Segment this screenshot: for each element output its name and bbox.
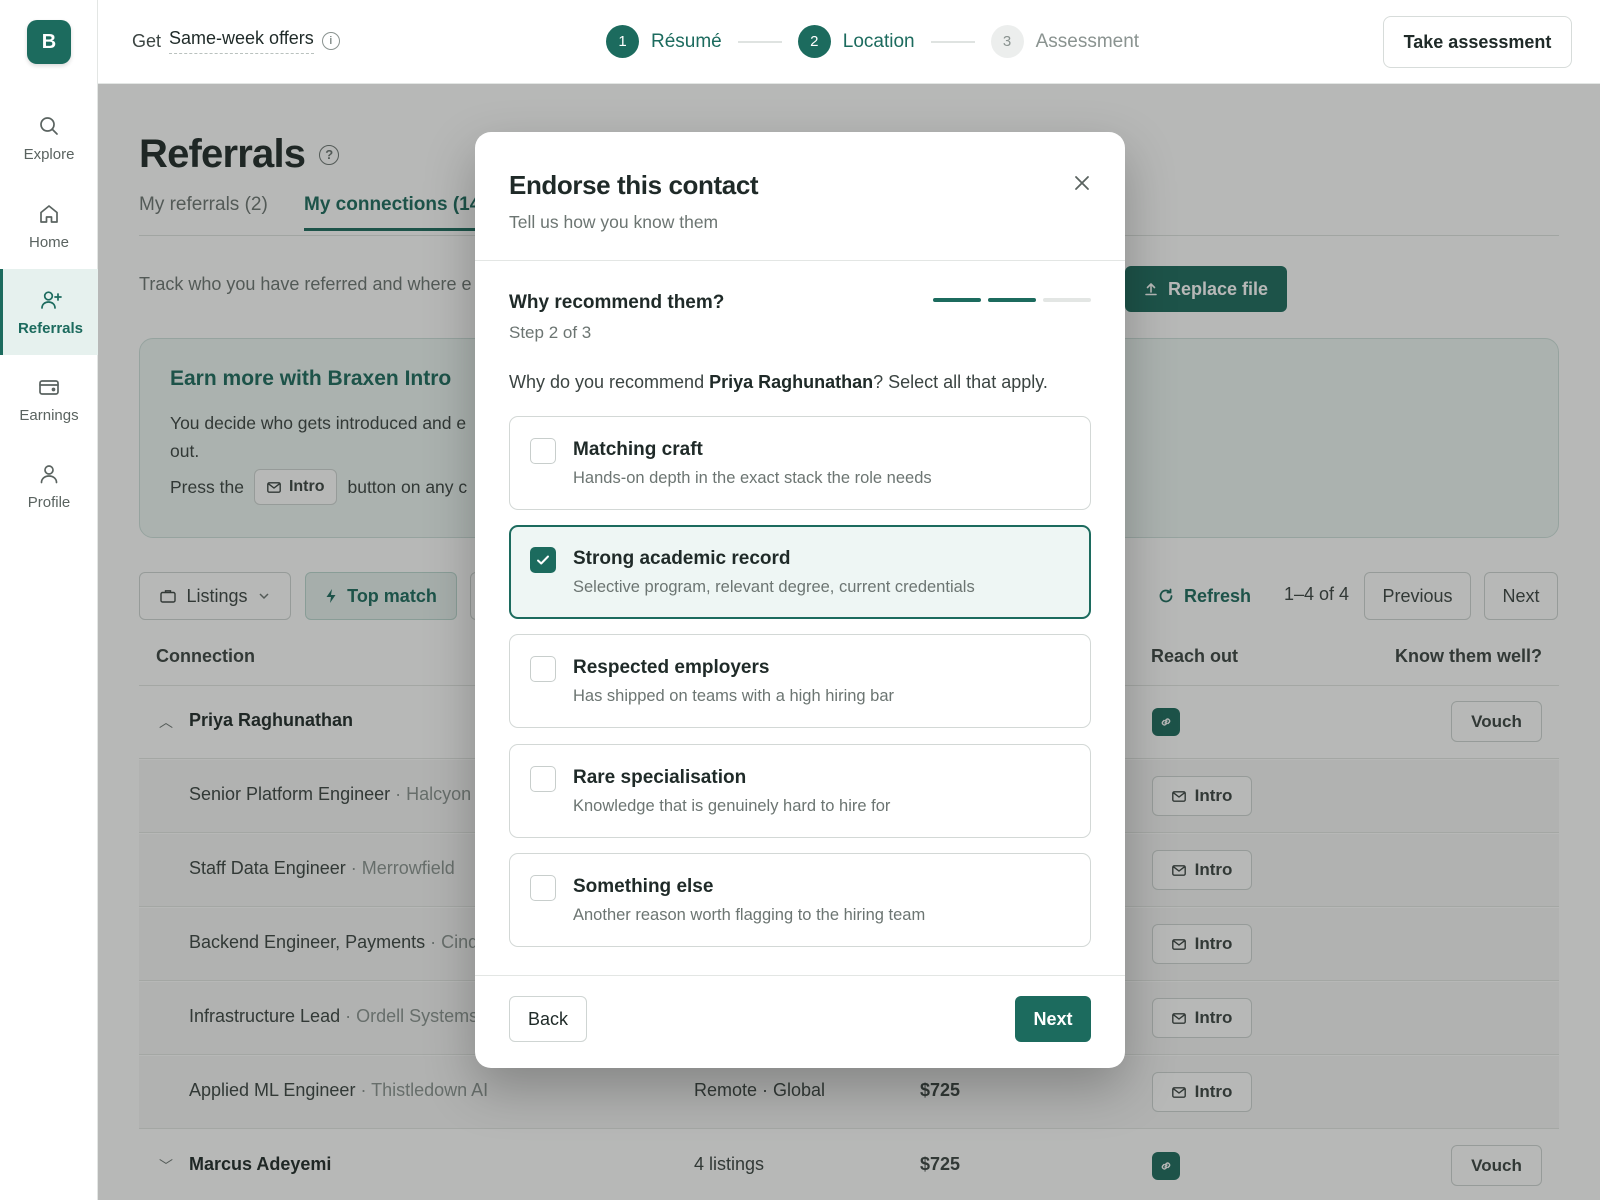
- checkbox[interactable]: [530, 875, 556, 901]
- sidebar: B Explore Home Referrals Earnings Profil…: [0, 0, 98, 1200]
- sidebar-item-label: Referrals: [17, 319, 84, 337]
- offer-value[interactable]: Same-week offers: [169, 28, 314, 54]
- checkbox[interactable]: [530, 656, 556, 682]
- modal-subtitle: Tell us how you know them: [509, 212, 719, 232]
- wallet-icon: [39, 379, 59, 395]
- modal-header: Endorse this contact Tell us how you kno…: [475, 132, 1125, 261]
- option-title: Something else: [573, 876, 714, 897]
- endorse-modal: Endorse this contact Tell us how you kno…: [475, 132, 1125, 1068]
- sidebar-item-label: Earnings: [19, 406, 79, 424]
- next-button[interactable]: Next: [1015, 996, 1091, 1042]
- option-respected-employers[interactable]: Respected employers Has shipped on teams…: [509, 634, 1091, 728]
- step-number: 2: [797, 25, 831, 58]
- question-prompt: Why do you recommend Priya Raghunathan? …: [509, 372, 1048, 393]
- sidebar-item-earnings[interactable]: Earnings: [0, 356, 98, 442]
- sidebar-item-label: Explore: [23, 145, 75, 163]
- sidebar-item-explore[interactable]: Explore: [0, 95, 98, 181]
- prompt-before: Why do you recommend: [509, 372, 710, 392]
- step-label: Location: [842, 30, 915, 52]
- step-location[interactable]: 2 Location: [797, 25, 915, 58]
- option-matching-craft[interactable]: Matching craft Hands-on depth in the exa…: [509, 416, 1091, 510]
- option-title: Matching craft: [573, 439, 703, 460]
- option-description: Has shipped on teams with a high hiring …: [573, 687, 895, 705]
- offer-get-label: Get: [132, 30, 162, 51]
- prompt-name: Priya Raghunathan: [709, 372, 874, 392]
- prompt-after: ? Select all that apply.: [873, 372, 1048, 392]
- step-progress-bar: [933, 298, 1091, 302]
- option-description: Hands-on depth in the exact stack the ro…: [573, 469, 932, 487]
- sidebar-item-referrals[interactable]: Referrals: [0, 269, 98, 355]
- question-title: Why recommend them?: [509, 292, 725, 313]
- progress-stepper: 1 Résumé 2 Location 3 Assessment: [606, 25, 1139, 58]
- checkbox[interactable]: [530, 766, 556, 792]
- sidebar-item-profile[interactable]: Profile: [0, 443, 98, 529]
- sidebar-item-home[interactable]: Home: [0, 183, 98, 269]
- user-icon: [40, 464, 58, 483]
- progress-segment: [1043, 298, 1091, 302]
- modal-title: Endorse this contact: [509, 170, 759, 200]
- check-icon: [537, 555, 549, 565]
- step-indicator: Step 2 of 3: [509, 323, 592, 342]
- brand-logo[interactable]: B: [27, 20, 71, 64]
- take-assessment-button[interactable]: Take assessment: [1383, 16, 1572, 68]
- step-connector: [930, 40, 975, 43]
- progress-segment: [933, 298, 981, 302]
- close-icon[interactable]: [1071, 172, 1093, 194]
- home-icon: [40, 204, 58, 223]
- sidebar-item-label: Profile: [27, 493, 71, 511]
- step-label: Résumé: [651, 30, 722, 52]
- step-assessment[interactable]: 3 Assessment: [990, 25, 1140, 58]
- option-title: Rare specialisation: [573, 767, 747, 788]
- checkbox[interactable]: [530, 438, 556, 464]
- search-icon: [40, 116, 58, 135]
- option-title: Respected employers: [573, 657, 770, 678]
- step-number: 3: [990, 25, 1024, 58]
- sidebar-item-label: Home: [28, 233, 69, 251]
- top-bar: Get Same-week offers i 1 Résumé 2 Locati…: [98, 0, 1600, 84]
- back-button[interactable]: Back: [509, 996, 587, 1042]
- modal-footer: Back Next: [475, 975, 1125, 1068]
- option-description: Knowledge that is genuinely hard to hire…: [573, 797, 891, 815]
- step-label: Assessment: [1035, 30, 1140, 52]
- option-something-else[interactable]: Something else Another reason worth flag…: [509, 853, 1091, 947]
- checkbox-checked[interactable]: [530, 547, 556, 573]
- step-connector: [737, 40, 782, 43]
- progress-segment: [988, 298, 1036, 302]
- step-number: 1: [606, 25, 639, 58]
- option-description: Selective program, relevant degree, curr…: [573, 578, 975, 596]
- step-resume[interactable]: 1 Résumé: [606, 25, 722, 58]
- option-title: Strong academic record: [573, 548, 791, 569]
- option-description: Another reason worth flagging to the hir…: [573, 906, 926, 924]
- option-strong-academic-record[interactable]: Strong academic record Selective program…: [509, 525, 1091, 619]
- add-user-icon: [40, 290, 62, 309]
- option-rare-specialisation[interactable]: Rare specialisation Knowledge that is ge…: [509, 744, 1091, 838]
- offer-selector[interactable]: Get Same-week offers i: [132, 28, 340, 54]
- info-icon[interactable]: i: [321, 32, 340, 50]
